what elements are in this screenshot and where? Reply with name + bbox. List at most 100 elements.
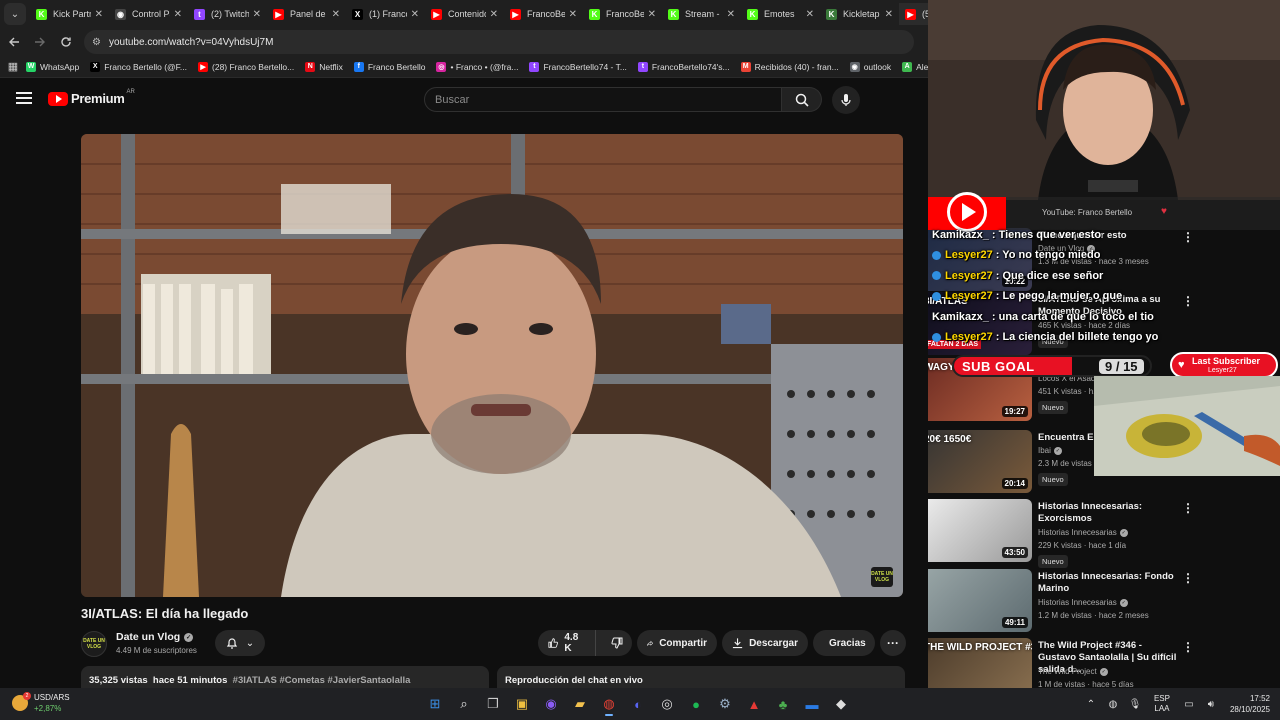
dislike-button[interactable]	[602, 630, 632, 656]
close-icon[interactable]: ✕	[411, 9, 419, 20]
thanks-button[interactable]: $ Gracias	[813, 630, 875, 656]
ticker-widget[interactable]: 2 USD/ARS +2,87%	[12, 692, 70, 714]
browser-tab[interactable]: ▶ Panel de control ✕	[267, 3, 346, 25]
back-button[interactable]	[2, 30, 26, 54]
discord-taskbar-button[interactable]: ◐	[626, 692, 650, 716]
bookmark-item[interactable]: ◎ • Franco • (@fra...	[436, 61, 518, 72]
bookmark-item[interactable]: W WhatsApp	[26, 61, 79, 72]
browser-tab[interactable]: ▶(5✕	[899, 3, 928, 25]
suggested-video-channel[interactable]: Historias Innecesarias ✓	[1038, 598, 1128, 607]
close-icon[interactable]: ✕	[648, 9, 656, 20]
close-icon[interactable]: ✕	[95, 9, 103, 20]
chrome-taskbar-button[interactable]: ◍	[597, 692, 621, 716]
download-button[interactable]: Descargar	[722, 630, 808, 656]
video-thumbnail[interactable]: THE WILD PROJECT #346	[928, 638, 1032, 688]
video-player[interactable]: DATE UN VLOG	[81, 134, 903, 597]
bookmark-item[interactable]: f Franco Bertello	[353, 61, 425, 72]
more-actions-button[interactable]: ···	[880, 630, 906, 656]
bookmark-item[interactable]: ◉ outlook	[849, 61, 891, 72]
tab-search-button[interactable]: ⌄	[4, 3, 26, 25]
browser-tab[interactable]: K FrancoBertello ✕	[583, 3, 662, 25]
explorer-taskbar-button[interactable]: ▰	[568, 692, 592, 716]
search-button[interactable]	[782, 87, 822, 112]
channel-name[interactable]: Date un Vlog ✓	[116, 631, 194, 643]
close-icon[interactable]: ✕	[332, 9, 340, 20]
store-taskbar-button[interactable]: ▣	[510, 692, 534, 716]
browser-tab[interactable]: ▶ FrancoBertello ✕	[504, 3, 583, 25]
bookmark-item[interactable]: ▶ (28) Franco Bertello...	[198, 61, 294, 72]
bookmark-item[interactable]: N Netflix	[305, 61, 343, 72]
close-icon[interactable]: ✕	[174, 9, 182, 20]
bookmark-item[interactable]: M Recibidos (40) - fran...	[740, 61, 839, 72]
chat-replay-bar[interactable]: Reproducción del chat en vivo	[497, 666, 905, 688]
browser-tab[interactable]: K Kickletap ✕	[820, 3, 899, 25]
url-field[interactable]: ⚙ youtube.com/watch?v=04VyhdsUj7M	[84, 30, 914, 54]
apps-grid-icon[interactable]: ▦	[0, 60, 26, 73]
more-options-icon[interactable]: ⋮	[1182, 571, 1194, 585]
close-icon[interactable]: ✕	[253, 9, 261, 20]
epic-taskbar-button[interactable]: ◆	[829, 692, 853, 716]
more-options-icon[interactable]: ⋮	[1182, 294, 1194, 308]
bookmark-item[interactable]: t FrancoBertello74's...	[637, 61, 730, 72]
notifications-button[interactable]: ⌄	[215, 630, 265, 656]
close-icon[interactable]: ✕	[806, 9, 814, 20]
site-settings-icon[interactable]: ⚙	[92, 37, 101, 48]
share-button[interactable]: Compartir	[637, 630, 717, 656]
browser-tab[interactable]: ▶ Contenido ✕	[425, 3, 504, 25]
channel-watermark[interactable]: DATE UN VLOG	[871, 567, 893, 587]
search-taskbar-button[interactable]: ⌕	[452, 692, 476, 716]
close-icon[interactable]: ✕	[885, 9, 893, 20]
obs-taskbar-button[interactable]: ◎	[655, 692, 679, 716]
clock[interactable]: 17:52 28/10/2025	[1230, 693, 1270, 715]
app-blue-taskbar-button[interactable]: ▬	[800, 692, 824, 716]
close-icon[interactable]: ✕	[490, 9, 498, 20]
spotify-taskbar-button[interactable]: ●	[684, 692, 708, 716]
suggested-video-channel[interactable]: The Wild Project ✓	[1038, 667, 1108, 676]
browser-tab[interactable]: K Kick Partner ✕	[30, 3, 109, 25]
browser-tab[interactable]: t (2) Twitch ✕	[188, 3, 267, 25]
suggested-video[interactable]: 43:50 Historias Innecesarias: Exorcismos H…	[928, 499, 1280, 568]
voice-search-button[interactable]	[832, 86, 860, 114]
more-options-icon[interactable]: ⋮	[1182, 640, 1194, 654]
suggested-video-channel[interactable]: Historias Innecesarias ✓	[1038, 528, 1128, 537]
description-box[interactable]: 35,325 vistas hace 51 minutos #3IATLAS #…	[81, 666, 489, 688]
close-icon[interactable]: ✕	[727, 9, 735, 20]
close-icon[interactable]: ✕	[569, 9, 577, 20]
video-thumbnail[interactable]: 43:50	[928, 499, 1032, 562]
steam-taskbar-button[interactable]: ⚙	[713, 692, 737, 716]
channel-avatar[interactable]: DATE UN VLOG	[81, 631, 107, 657]
volume-icon[interactable]: 🔊︎	[1200, 699, 1222, 710]
browser-tab[interactable]: ◉ Control Panel ✕	[109, 3, 188, 25]
webcam-feed	[928, 0, 1280, 200]
reload-button[interactable]	[54, 30, 78, 54]
search-input[interactable]: Buscar	[424, 87, 782, 112]
browser-tab[interactable]: K Emotes ✕	[741, 3, 820, 25]
start-taskbar-button[interactable]: ⊞	[423, 692, 447, 716]
task-view-taskbar-button[interactable]: ❐	[481, 692, 505, 716]
more-options-icon[interactable]: ⋮	[1182, 230, 1194, 244]
chevron-up-icon[interactable]: ⌃	[1080, 699, 1102, 710]
video-thumbnail[interactable]: 49:11	[928, 569, 1032, 632]
like-button[interactable]: 4.8 K	[538, 630, 596, 656]
more-options-icon[interactable]: ⋮	[1182, 501, 1194, 515]
hashtags[interactable]: #3IATLAS #Cometas #JavierSantaolalla	[233, 675, 411, 686]
video-thumbnail[interactable]: 20€ 1650€ 20:14	[928, 430, 1032, 493]
browser-tab[interactable]: K Stream - ✕	[662, 3, 741, 25]
app-red-taskbar-button[interactable]: ▲	[742, 692, 766, 716]
bookmark-item[interactable]: t FrancoBertello74 - T...	[529, 61, 627, 72]
network-icon[interactable]: ▭	[1178, 699, 1200, 710]
bookmark-item[interactable]: AAler	[902, 61, 928, 72]
language-indicator[interactable]: ESP LAA	[1154, 694, 1170, 714]
browser-tab[interactable]: X (1) Franco ✕	[346, 3, 425, 25]
microphone-icon[interactable]: 🎙︎	[1124, 699, 1146, 710]
suggested-video[interactable]: 49:11 Historias Innecesarias: Fondo Marin…	[928, 569, 1280, 633]
app-circle-taskbar-button[interactable]: ◉	[539, 692, 563, 716]
youtube-premium-logo[interactable]: Premium AR	[48, 89, 135, 106]
menu-icon[interactable]	[16, 92, 32, 104]
bookmark-item[interactable]: X Franco Bertello (@F...	[90, 61, 187, 72]
app-tray-icon[interactable]: ◍	[1102, 699, 1124, 710]
forward-button[interactable]	[28, 30, 52, 54]
suggested-video-channel[interactable]: Ibai ✓	[1038, 446, 1062, 455]
suggested-video[interactable]: THE WILD PROJECT #346The Wild Project #3…	[928, 638, 1280, 688]
app-green-taskbar-button[interactable]: ♣	[771, 692, 795, 716]
